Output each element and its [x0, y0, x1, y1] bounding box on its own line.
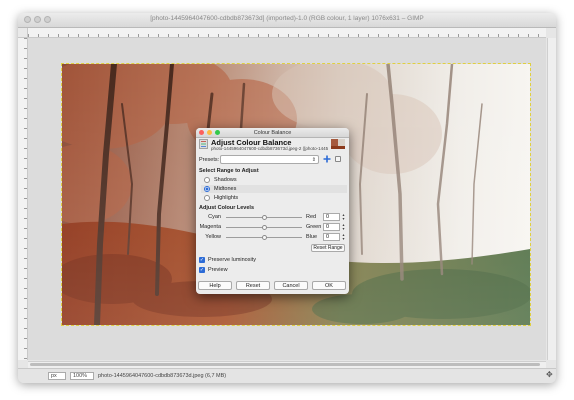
spinner-icon[interactable]: ▲ ▼: [341, 223, 346, 231]
presets-label: Presets:: [199, 157, 220, 163]
radio-midtones[interactable]: Midtones: [201, 185, 347, 193]
radio-shadows[interactable]: Shadows: [201, 176, 347, 184]
file-info: photo-1445964047600-cdbdb873673d.jpeg (6…: [98, 373, 227, 379]
horizontal-scrollbar[interactable]: [28, 361, 546, 368]
slider-magenta-green: Magenta Green 0 ▲ ▼: [196, 223, 349, 232]
combo-arrow-icon: ⇕: [311, 157, 316, 163]
zoom-select[interactable]: 100%: [70, 372, 94, 380]
window-titlebar[interactable]: [photo-1445964047600-cdbdb873673d] (impo…: [18, 13, 556, 28]
scrollbar-thumb[interactable]: [30, 363, 540, 366]
slider-left-label: Cyan: [208, 214, 221, 220]
vertical-ruler[interactable]: [18, 38, 28, 360]
spinner-icon[interactable]: ▲ ▼: [341, 213, 346, 221]
slider-yellow-blue: Yellow Blue 0 ▲ ▼: [196, 233, 349, 242]
slider-value-input[interactable]: 0: [323, 233, 340, 241]
ok-button[interactable]: OK: [312, 281, 346, 290]
reset-range-button[interactable]: Reset Range: [311, 244, 345, 252]
spinner-icon[interactable]: ▲ ▼: [341, 233, 346, 241]
image-thumbnail: [331, 139, 345, 149]
radio-label: Shadows: [214, 177, 237, 183]
vertical-scrollbar[interactable]: [547, 38, 556, 360]
slider-handle[interactable]: [261, 234, 267, 240]
preview-label: Preview: [208, 267, 228, 273]
cancel-button[interactable]: Cancel: [274, 281, 308, 290]
presets-combo[interactable]: ⇕: [220, 155, 319, 164]
slider-left-label: Yellow: [205, 234, 221, 240]
radio-label: Midtones: [214, 186, 237, 192]
preserve-luminosity-checkbox[interactable]: ✓: [199, 257, 205, 263]
preserve-luminosity-label: Preserve luminosity: [208, 257, 256, 263]
slider-right-label: Red: [306, 214, 317, 220]
preview-checkbox[interactable]: ✓: [199, 267, 205, 273]
slider-handle[interactable]: [261, 214, 267, 220]
reset-button[interactable]: Reset: [236, 281, 270, 290]
levels-heading: Adjust Colour Levels: [199, 205, 255, 211]
window-title: [photo-1445964047600-cdbdb873673d] (impo…: [150, 15, 424, 22]
add-preset-icon[interactable]: [323, 155, 331, 163]
ruler-corner[interactable]: [18, 28, 28, 38]
preset-menu-icon[interactable]: [335, 156, 341, 162]
dialog-header-subtitle: photo-1445964047600-cdbdb873673d.jpeg-2 …: [211, 146, 328, 151]
slider-cyan-red: Cyan Red 0 ▲ ▼: [196, 213, 349, 222]
radio-icon[interactable]: [204, 195, 210, 201]
slider-right-label: Blue: [306, 234, 318, 240]
radio-icon[interactable]: [204, 177, 210, 183]
range-heading: Select Range to Adjust: [199, 168, 259, 174]
dialog-title: Colour Balance: [253, 129, 292, 136]
slider-right-label: Green: [306, 224, 322, 230]
statusbar: px 100% photo-1445964047600-cdbdb873673d…: [18, 368, 556, 383]
slider-handle[interactable]: [261, 224, 267, 230]
unit-select[interactable]: px: [48, 372, 66, 380]
radio-selected-icon[interactable]: [204, 186, 210, 192]
navigate-icon[interactable]: ✥: [546, 370, 553, 379]
colour-balance-icon: [199, 139, 208, 149]
slider-left-label: Magenta: [199, 224, 221, 230]
slider-value-input[interactable]: 0: [323, 213, 340, 221]
help-button[interactable]: Help: [198, 281, 232, 290]
dialog-titlebar[interactable]: Colour Balance: [196, 128, 349, 138]
horizontal-ruler[interactable]: [28, 28, 546, 38]
slider-value-input[interactable]: 0: [323, 223, 340, 231]
colour-balance-dialog: Colour Balance Adjust Colour Balance pho…: [196, 128, 349, 294]
radio-highlights[interactable]: Highlights: [201, 194, 347, 202]
radio-label: Highlights: [214, 195, 239, 201]
